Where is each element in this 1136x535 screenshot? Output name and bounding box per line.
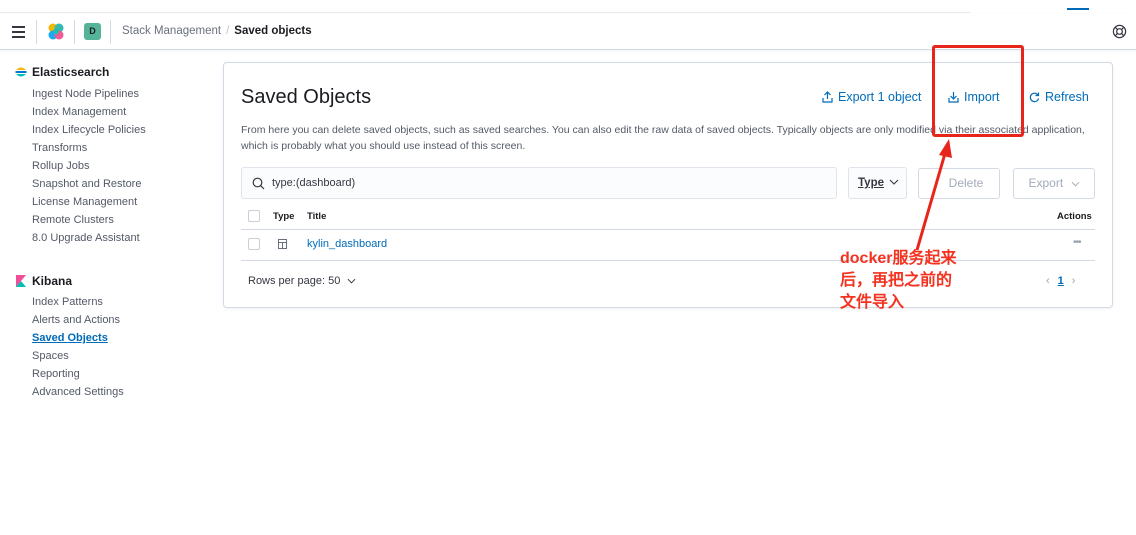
type-filter-label: Type	[858, 177, 884, 189]
help-icon[interactable]	[1112, 24, 1127, 39]
pagination: ‹ 1 ›	[1046, 275, 1075, 287]
breadcrumb-saved-objects: Saved objects	[234, 25, 312, 37]
elastic-logo-icon[interactable]	[46, 23, 66, 41]
refresh-label: Refresh	[1045, 90, 1089, 104]
search-input[interactable]: type:(dashboard)	[241, 167, 837, 199]
column-header-title[interactable]: Title	[307, 211, 326, 222]
chevron-down-icon	[347, 278, 356, 284]
table-row-divider	[241, 260, 1095, 261]
rows-per-page-selector[interactable]: Rows per page: 50	[248, 275, 356, 287]
table-header-divider	[241, 229, 1095, 230]
annotation-highlight-box	[932, 45, 1024, 137]
sidebar-item-spaces[interactable]: Spaces	[32, 350, 69, 362]
export-all-button[interactable]: Export 1 object	[822, 90, 921, 104]
sidebar-item-rollup-jobs[interactable]: Rollup Jobs	[32, 160, 89, 172]
breadcrumb-separator: /	[226, 25, 230, 37]
select-all-checkbox[interactable]	[248, 210, 260, 222]
header-divider	[36, 20, 37, 44]
sidebar-item-remote-clusters[interactable]: Remote Clusters	[32, 214, 114, 226]
management-sidebar: Elasticsearch Ingest Node Pipelines Inde…	[0, 51, 212, 535]
export-icon	[822, 91, 833, 103]
sidebar-item-ingest-node-pipelines[interactable]: Ingest Node Pipelines	[32, 88, 139, 100]
row-checkbox[interactable]	[248, 238, 260, 250]
delete-button[interactable]: Delete	[918, 168, 1000, 199]
delete-label: Delete	[948, 176, 984, 190]
sidebar-item-advanced-settings[interactable]: Advanced Settings	[32, 386, 124, 398]
header-divider	[110, 20, 111, 44]
sidebar-item-index-lifecycle-policies[interactable]: Index Lifecycle Policies	[32, 124, 146, 136]
sidebar-item-transforms[interactable]: Transforms	[32, 142, 87, 154]
sidebar-section-title: Kibana	[32, 274, 73, 288]
page-title: Saved Objects	[241, 86, 372, 108]
space-avatar[interactable]: D	[84, 23, 101, 40]
top-accent-line	[1067, 8, 1089, 10]
menu-icon[interactable]	[12, 26, 25, 38]
export-label: Export	[1028, 176, 1064, 190]
header-divider	[74, 20, 75, 44]
kibana-icon	[16, 275, 26, 287]
search-icon	[252, 177, 265, 190]
export-all-label: Export 1 object	[838, 90, 922, 104]
type-filter-button[interactable]: Type	[848, 167, 907, 199]
dashboard-icon	[278, 239, 287, 249]
rows-per-page-label: Rows per page: 50	[248, 275, 341, 287]
refresh-button[interactable]: Refresh	[1029, 90, 1089, 104]
sidebar-item-snapshot-and-restore[interactable]: Snapshot and Restore	[32, 178, 141, 190]
chevron-down-icon	[1071, 181, 1079, 187]
sidebar-item-license-management[interactable]: License Management	[32, 196, 137, 208]
breadcrumb-stack-management[interactable]: Stack Management	[122, 25, 221, 37]
sidebar-item-upgrade-assistant[interactable]: 8.0 Upgrade Assistant	[32, 232, 140, 244]
search-value: type:(dashboard)	[272, 177, 356, 189]
sidebar-item-index-management[interactable]: Index Management	[32, 106, 126, 118]
saved-object-title-link[interactable]: kylin_dashboard	[307, 238, 387, 250]
sidebar-section-kibana: Kibana	[15, 274, 72, 288]
annotation-text: docker服务起来后，再把之前的文件导入	[840, 250, 957, 311]
sidebar-item-index-patterns[interactable]: Index Patterns	[32, 296, 103, 308]
row-actions-icon[interactable]: •••	[1073, 237, 1081, 248]
sidebar-section-title: Elasticsearch	[32, 65, 110, 79]
refresh-icon	[1029, 92, 1040, 103]
sidebar-item-alerts-and-actions[interactable]: Alerts and Actions	[32, 314, 120, 326]
next-page-icon[interactable]: ›	[1072, 275, 1076, 287]
elasticsearch-icon	[15, 67, 27, 77]
sidebar-section-elasticsearch: Elasticsearch	[15, 65, 109, 79]
column-header-type[interactable]: Type	[273, 211, 294, 222]
browser-top-strip	[0, 0, 1136, 14]
chevron-down-icon	[889, 179, 899, 185]
column-header-actions: Actions	[1057, 211, 1092, 222]
export-button[interactable]: Export	[1013, 168, 1095, 199]
sidebar-item-saved-objects[interactable]: Saved Objects	[32, 332, 108, 344]
sidebar-item-reporting[interactable]: Reporting	[32, 368, 80, 380]
breadcrumb: Stack Management / Saved objects	[122, 25, 312, 37]
previous-page-icon[interactable]: ‹	[1046, 275, 1050, 287]
top-divider	[0, 12, 970, 13]
page-1-button[interactable]: 1	[1058, 275, 1064, 287]
